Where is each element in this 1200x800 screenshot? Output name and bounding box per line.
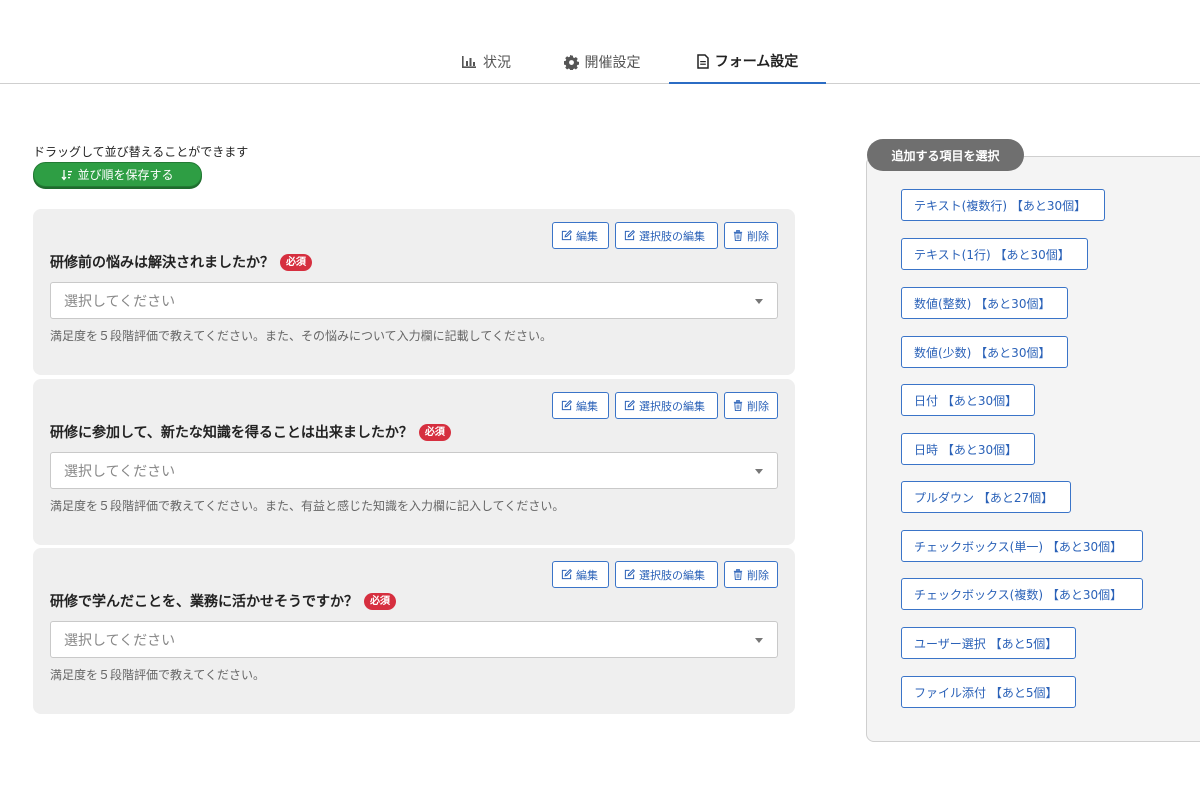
tab-status[interactable]: 状況 — [440, 40, 532, 84]
question-title-text: 研修に参加して、新たな知識を得ることは出来ましたか？ — [50, 425, 413, 441]
question-description: 満足度を５段階評価で教えてください。 — [50, 668, 266, 682]
trash-icon — [733, 569, 743, 580]
edit-icon — [561, 400, 572, 411]
add-item-button[interactable]: チェックボックス(複数) 【あと30個】 — [901, 578, 1143, 610]
edit-button[interactable]: 編集 — [552, 222, 609, 249]
card-actions: 編集 選択肢の編集 削除 — [552, 222, 778, 249]
required-badge: 必須 — [418, 423, 451, 441]
edit-button[interactable]: 編集 — [552, 561, 609, 588]
add-item-button[interactable]: 日時 【あと30個】 — [901, 433, 1035, 465]
question-description: 満足度を５段階評価で教えてください。また、その悩みについて入力欄に記載してくださ… — [50, 329, 552, 343]
add-item-button[interactable]: 日付 【あと30個】 — [901, 384, 1035, 416]
add-item-button[interactable]: 数値(少数) 【あと30個】 — [901, 336, 1068, 368]
question-title: 研修で学んだことを、業務に活かせそうですか？ 必須 — [50, 591, 396, 611]
gear-icon — [563, 54, 579, 70]
tab-bar: 状況 開催設定 フォーム設定 — [0, 0, 1200, 84]
tab-event-settings[interactable]: 開催設定 — [540, 40, 664, 84]
add-item-panel-title: 追加する項目を選択 — [867, 139, 1024, 171]
edit-icon — [624, 400, 635, 411]
trash-icon — [733, 230, 743, 241]
save-order-label: 並び順を保存する — [77, 168, 174, 182]
add-item-button[interactable]: チェックボックス(単一) 【あと30個】 — [901, 530, 1143, 562]
question-title-text: 研修前の悩みは解決されましたか？ — [50, 255, 274, 271]
select-placeholder: 選択してください — [64, 632, 176, 649]
edit-options-label: 選択肢の編集 — [639, 568, 705, 582]
required-badge: 必須 — [280, 253, 312, 271]
required-badge: 必須 — [364, 592, 396, 610]
add-item-button[interactable]: テキスト(複数行) 【あと30個】 — [901, 189, 1105, 221]
save-order-button[interactable]: 並び順を保存する — [33, 162, 202, 187]
chevron-down-icon — [755, 638, 763, 643]
answer-select[interactable]: 選択してください — [50, 452, 778, 489]
drag-hint-text: ドラッグして並び替えることができます — [33, 145, 249, 159]
question-title-text: 研修で学んだことを、業務に活かせそうですか？ — [50, 594, 358, 610]
edit-icon — [624, 569, 635, 580]
chevron-down-icon — [755, 299, 763, 304]
answer-select[interactable]: 選択してください — [50, 282, 778, 319]
question-title: 研修に参加して、新たな知識を得ることは出来ましたか？ 必須 — [50, 422, 451, 442]
add-item-button[interactable]: ファイル添付 【あと5個】 — [901, 676, 1076, 708]
edit-icon — [561, 230, 572, 241]
question-title: 研修前の悩みは解決されましたか？ 必須 — [50, 252, 312, 272]
edit-options-label: 選択肢の編集 — [639, 399, 705, 413]
card-actions: 編集 選択肢の編集 削除 — [552, 392, 778, 419]
edit-options-button[interactable]: 選択肢の編集 — [615, 561, 718, 588]
delete-button[interactable]: 削除 — [724, 561, 778, 588]
chevron-down-icon — [755, 469, 763, 474]
select-placeholder: 選択してください — [64, 463, 176, 480]
edit-label: 編集 — [576, 568, 598, 582]
edit-options-button[interactable]: 選択肢の編集 — [615, 392, 718, 419]
tab-status-label: 状況 — [483, 55, 511, 71]
edit-button[interactable]: 編集 — [552, 392, 609, 419]
card-actions: 編集 選択肢の編集 削除 — [552, 561, 778, 588]
tab-event-settings-label: 開催設定 — [584, 55, 641, 71]
edit-options-button[interactable]: 選択肢の編集 — [615, 222, 718, 249]
edit-icon — [561, 569, 572, 580]
question-card[interactable]: 編集 選択肢の編集 削除 研修に参加して、新たな知識を得ることは出来ましたか？ … — [33, 379, 795, 545]
trash-icon — [733, 400, 743, 411]
edit-label: 編集 — [576, 229, 598, 243]
edit-icon — [624, 230, 635, 241]
document-icon — [696, 53, 709, 69]
delete-label: 削除 — [747, 568, 769, 582]
bar-chart-icon — [461, 55, 477, 69]
delete-label: 削除 — [747, 399, 769, 413]
add-item-button[interactable]: プルダウン 【あと27個】 — [901, 481, 1071, 513]
delete-button[interactable]: 削除 — [724, 222, 778, 249]
add-item-button[interactable]: 数値(整数) 【あと30個】 — [901, 287, 1068, 319]
question-card[interactable]: 編集 選択肢の編集 削除 研修で学んだことを、業務に活かせそうですか？ 必須 選… — [33, 548, 795, 714]
answer-select[interactable]: 選択してください — [50, 621, 778, 658]
edit-options-label: 選択肢の編集 — [639, 229, 705, 243]
select-placeholder: 選択してください — [64, 293, 176, 310]
add-item-button[interactable]: ユーザー選択 【あと5個】 — [901, 627, 1076, 659]
edit-label: 編集 — [576, 399, 598, 413]
delete-button[interactable]: 削除 — [724, 392, 778, 419]
question-card[interactable]: 編集 選択肢の編集 削除 研修前の悩みは解決されましたか？ 必須 選択してくださ… — [33, 209, 795, 375]
tab-form-settings[interactable]: フォーム設定 — [669, 40, 826, 84]
question-description: 満足度を５段階評価で教えてください。また、有益と感じた知識を入力欄に記入してくだ… — [50, 499, 565, 513]
tab-form-settings-label: フォーム設定 — [714, 54, 799, 70]
sort-icon — [61, 169, 73, 181]
add-item-button[interactable]: テキスト(1行) 【あと30個】 — [901, 238, 1088, 270]
delete-label: 削除 — [747, 229, 769, 243]
